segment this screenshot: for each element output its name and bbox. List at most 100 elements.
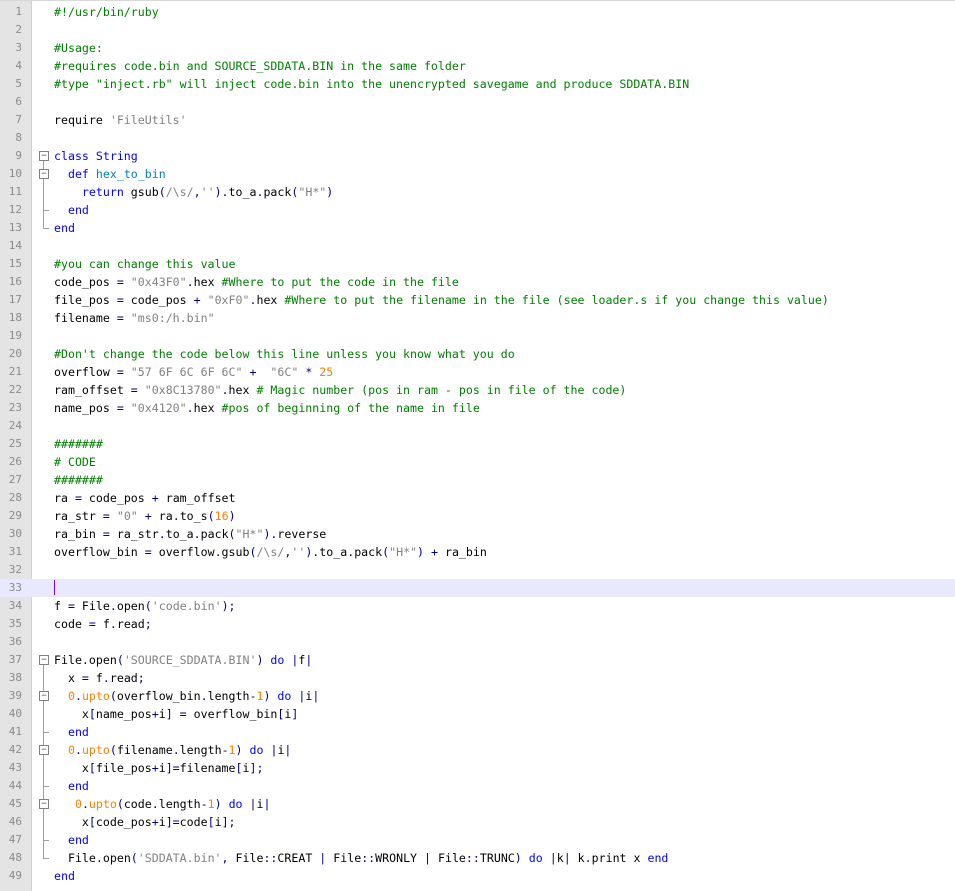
fold-toggle-icon[interactable]: − bbox=[38, 741, 50, 759]
code-text[interactable]: x[file_pos+i]=filename[i]; bbox=[54, 759, 264, 777]
code-line[interactable]: 35 code = f.read; bbox=[0, 615, 955, 633]
fold-toggle-icon[interactable]: − bbox=[38, 147, 50, 165]
code-text[interactable]: x[name_pos+i] = overflow_bin[i] bbox=[54, 705, 298, 723]
code-line[interactable]: 22 ram_offset = "0x8C13780".hex # Magic n… bbox=[0, 381, 955, 399]
code-line[interactable]: 37 − File.open('SOURCE_SDDATA.BIN') do |f| bbox=[0, 651, 955, 669]
code-line[interactable]: 38 x = f.read; bbox=[0, 669, 955, 687]
code-text[interactable]: overflow_bin = overflow.gsub(/\s/,'').to… bbox=[54, 543, 487, 561]
code-line[interactable]: 16 code_pos = "0x43F0".hex #Where to put … bbox=[0, 273, 955, 291]
code-text[interactable]: File.open('SDDATA.bin', File::CREAT | Fi… bbox=[54, 849, 668, 867]
code-text[interactable]: ra = code_pos + ram_offset bbox=[54, 489, 236, 507]
fold-toggle-icon[interactable]: − bbox=[38, 165, 50, 183]
code-text[interactable]: ra_bin = ra_str.to_a.pack("H*").reverse bbox=[54, 525, 326, 543]
code-line[interactable]: 23 name_pos = "0x4120".hex #pos of beginn… bbox=[0, 399, 955, 417]
code-text[interactable]: #you can change this value bbox=[54, 255, 235, 273]
code-text[interactable]: #Usage: bbox=[54, 39, 103, 57]
code-text[interactable] bbox=[54, 579, 55, 597]
code-line[interactable]: 42 − 0.upto(filename.length-1) do |i| bbox=[0, 741, 955, 759]
code-line[interactable]: 12 end bbox=[0, 201, 955, 219]
code-line[interactable]: 31 overflow_bin = overflow.gsub(/\s/,'').… bbox=[0, 543, 955, 561]
code-text[interactable]: code_pos = "0x43F0".hex #Where to put th… bbox=[54, 273, 459, 291]
code-text[interactable]: code = f.read; bbox=[54, 615, 152, 633]
code-line[interactable]: 19 bbox=[0, 327, 955, 345]
code-text[interactable]: class String bbox=[54, 147, 138, 165]
code-line[interactable]: 5 #type "inject.rb" will inject code.bin … bbox=[0, 75, 955, 93]
code-text[interactable]: end bbox=[54, 723, 89, 741]
code-line[interactable]: 26 # CODE bbox=[0, 453, 955, 471]
code-text[interactable]: x[code_pos+i]=code[i]; bbox=[54, 813, 236, 831]
code-text[interactable]: 0.upto(code.length-1) do |i| bbox=[54, 795, 271, 813]
code-text[interactable]: ra_str = "0" + ra.to_s(16) bbox=[54, 507, 236, 525]
code-text[interactable]: 0.upto(overflow_bin.length-1) do |i| bbox=[54, 687, 319, 705]
code-text[interactable]: file_pos = code_pos + "0xF0".hex #Where … bbox=[54, 291, 829, 309]
code-text[interactable]: #!/usr/bin/ruby bbox=[54, 3, 159, 21]
code-text[interactable]: ram_offset = "0x8C13780".hex # Magic num… bbox=[54, 381, 626, 399]
code-line[interactable]: 8 bbox=[0, 129, 955, 147]
code-line[interactable]: 9 − class String bbox=[0, 147, 955, 165]
code-line[interactable]: 29 ra_str = "0" + ra.to_s(16) bbox=[0, 507, 955, 525]
code-text[interactable]: x = f.read; bbox=[54, 669, 145, 687]
code-token: ). bbox=[214, 185, 229, 199]
code-line[interactable]: 40 x[name_pos+i] = overflow_bin[i] bbox=[0, 705, 955, 723]
code-line[interactable]: 36 bbox=[0, 633, 955, 651]
code-text[interactable]: overflow = "57 6F 6C 6F 6C" + "6C" * 25 bbox=[54, 363, 333, 381]
code-text[interactable]: end bbox=[54, 201, 89, 219]
fold-toggle-icon[interactable]: − bbox=[38, 687, 50, 705]
code-text[interactable]: filename = "ms0:/h.bin" bbox=[54, 309, 215, 327]
code-line[interactable]: 27 ####### bbox=[0, 471, 955, 489]
code-editor[interactable]: 1 #!/usr/bin/ruby 2 3 #Usage: 4 #requires code… bbox=[0, 0, 955, 891]
code-line[interactable]: 7 require 'FileUtils' bbox=[0, 111, 955, 129]
code-line[interactable]: 47 end bbox=[0, 831, 955, 849]
code-text[interactable]: 0.upto(filename.length-1) do |i| bbox=[54, 741, 291, 759]
code-text[interactable]: f = File.open('code.bin'); bbox=[54, 597, 236, 615]
code-text[interactable]: end bbox=[54, 867, 75, 885]
code-line[interactable]: 10 − def hex_to_bin bbox=[0, 165, 955, 183]
code-line[interactable]: 14 bbox=[0, 237, 955, 255]
code-line[interactable]: 25 ####### bbox=[0, 435, 955, 453]
fold-toggle-icon[interactable]: − bbox=[38, 795, 50, 813]
code-line[interactable]: 11 return gsub(/\s/,'').to_a.pack("H*") bbox=[0, 183, 955, 201]
code-line[interactable]: 4 #requires code.bin and SOURCE_SDDATA.BI… bbox=[0, 57, 955, 75]
code-text[interactable]: #requires code.bin and SOURCE_SDDATA.BIN… bbox=[54, 57, 466, 75]
code-lines[interactable]: 1 #!/usr/bin/ruby 2 3 #Usage: 4 #requires code… bbox=[0, 3, 955, 885]
fold-toggle-icon[interactable]: − bbox=[38, 651, 50, 669]
code-line[interactable]: 33 bbox=[0, 579, 955, 597]
code-line[interactable]: 2 bbox=[0, 21, 955, 39]
code-line[interactable]: 20 #Don't change the code below this line… bbox=[0, 345, 955, 363]
code-text[interactable]: end bbox=[54, 831, 89, 849]
code-line[interactable]: 48 File.open('SDDATA.bin', File::CREAT |… bbox=[0, 849, 955, 867]
code-line[interactable]: 49 end bbox=[0, 867, 955, 885]
code-text[interactable]: name_pos = "0x4120".hex #pos of beginnin… bbox=[54, 399, 480, 417]
code-line[interactable]: 45 − 0.upto(code.length-1) do |i| bbox=[0, 795, 955, 813]
code-line[interactable]: 21 overflow = "57 6F 6C 6F 6C" + "6C" * 2… bbox=[0, 363, 955, 381]
code-line[interactable]: 28 ra = code_pos + ram_offset bbox=[0, 489, 955, 507]
code-line[interactable]: 3 #Usage: bbox=[0, 39, 955, 57]
code-text[interactable]: File.open('SOURCE_SDDATA.BIN') do |f| bbox=[54, 651, 312, 669]
code-line[interactable]: 32 bbox=[0, 561, 955, 579]
code-line[interactable]: 44 end bbox=[0, 777, 955, 795]
code-line[interactable]: 18 filename = "ms0:/h.bin" bbox=[0, 309, 955, 327]
code-line[interactable]: 34 f = File.open('code.bin'); bbox=[0, 597, 955, 615]
code-line[interactable]: 43 x[file_pos+i]=filename[i]; bbox=[0, 759, 955, 777]
code-text[interactable]: return gsub(/\s/,'').to_a.pack("H*") bbox=[54, 183, 333, 201]
code-text[interactable]: end bbox=[54, 219, 75, 237]
code-text[interactable]: require 'FileUtils' bbox=[54, 111, 187, 129]
code-line[interactable]: 41 end bbox=[0, 723, 955, 741]
code-line[interactable]: 24 bbox=[0, 417, 955, 435]
code-text[interactable]: #Don't change the code below this line u… bbox=[54, 345, 515, 363]
code-line[interactable]: 15 #you can change this value bbox=[0, 255, 955, 273]
code-text[interactable]: # CODE bbox=[54, 453, 96, 471]
code-line[interactable]: 17 file_pos = code_pos + "0xF0".hex #Wher… bbox=[0, 291, 955, 309]
code-line[interactable]: 6 bbox=[0, 93, 955, 111]
code-text[interactable]: end bbox=[54, 777, 89, 795]
code-line[interactable]: 46 x[code_pos+i]=code[i]; bbox=[0, 813, 955, 831]
code-text[interactable]: ####### bbox=[54, 471, 103, 489]
code-line[interactable]: 13 end bbox=[0, 219, 955, 237]
code-line[interactable]: 39 − 0.upto(overflow_bin.length-1) do |i| bbox=[0, 687, 955, 705]
code-text[interactable]: def hex_to_bin bbox=[54, 165, 166, 183]
code-line[interactable]: 30 ra_bin = ra_str.to_a.pack("H*").revers… bbox=[0, 525, 955, 543]
code-line[interactable]: 1 #!/usr/bin/ruby bbox=[0, 3, 955, 21]
code-text[interactable]: ####### bbox=[54, 435, 103, 453]
code-text[interactable]: #type "inject.rb" will inject code.bin i… bbox=[54, 75, 689, 93]
